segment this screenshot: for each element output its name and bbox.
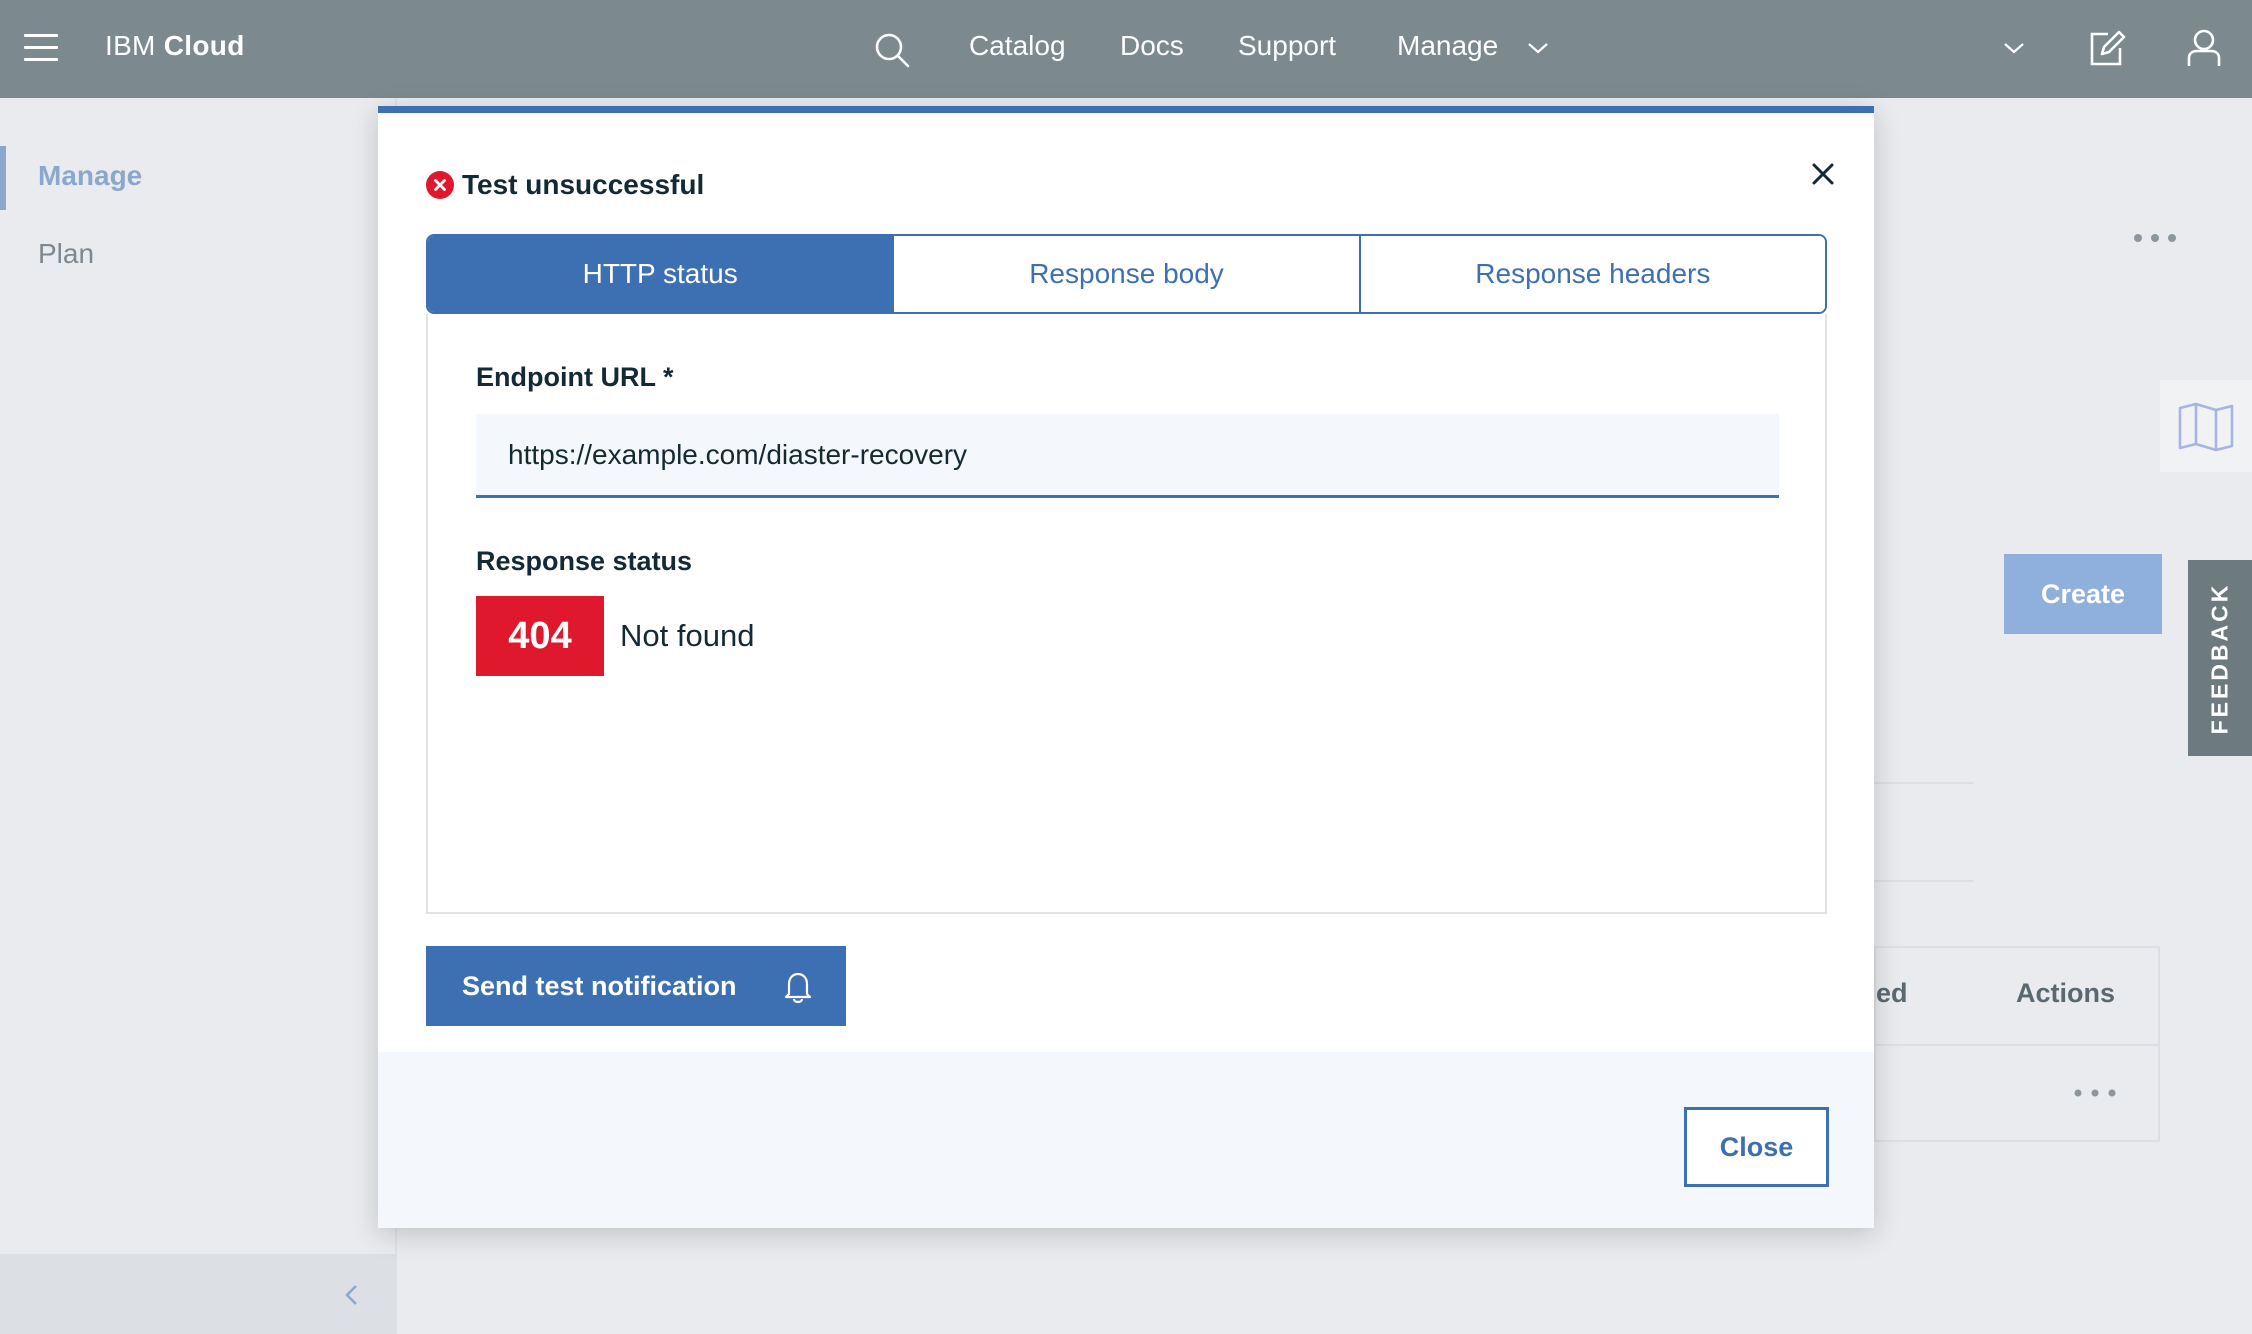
nav-docs[interactable]: Docs <box>1120 30 1184 62</box>
tab-http-status[interactable]: HTTP status <box>428 236 895 312</box>
map-icon <box>2178 402 2234 452</box>
chevron-down-icon[interactable] <box>1526 36 1550 60</box>
endpoint-url-label: Endpoint URL * <box>476 362 674 392</box>
error-icon <box>426 171 454 199</box>
account-chevron-down-icon[interactable] <box>2002 36 2026 60</box>
send-button-label: Send test notification <box>462 970 737 1001</box>
close-icon[interactable] <box>1808 159 1838 189</box>
divider <box>1874 880 1974 882</box>
menu-icon[interactable] <box>24 34 58 62</box>
background-table: ed Actions <box>1874 946 2160 1142</box>
response-tabs: HTTP status Response body Response heade… <box>426 234 1827 314</box>
sidebar-active-indicator <box>0 146 6 210</box>
nav-manage[interactable]: Manage <box>1397 30 1498 62</box>
edit-icon[interactable] <box>2084 26 2128 70</box>
tab-response-body[interactable]: Response body <box>894 236 1361 312</box>
send-test-notification-button[interactable]: Send test notification <box>426 946 846 1026</box>
column-header-actions: Actions <box>2016 978 2116 1008</box>
sidebar-item-plan[interactable]: Plan <box>38 238 94 270</box>
bell-icon <box>784 972 812 1004</box>
modal-footer <box>378 1052 1874 1228</box>
test-result-modal: Test unsuccessful HTTP status Response b… <box>378 106 1874 1228</box>
sidebar-item-manage[interactable]: Manage <box>38 160 142 192</box>
row-overflow-icon[interactable] <box>2072 1086 2118 1100</box>
divider <box>1874 782 1974 784</box>
endpoint-url-input[interactable] <box>476 414 1779 498</box>
response-status-label: Response status <box>476 546 693 576</box>
sidebar-footer <box>0 1254 397 1334</box>
sidebar: Manage Plan <box>0 98 397 1334</box>
map-tab[interactable] <box>2160 380 2252 472</box>
top-header: IBM Cloud Catalog Docs Support Manage <box>0 0 2252 98</box>
brand-prefix: IBM <box>105 30 156 61</box>
tab-response-headers[interactable]: Response headers <box>1360 236 1825 312</box>
search-icon[interactable] <box>872 30 912 70</box>
status-code-badge: 404 <box>476 596 604 676</box>
brand-name: Cloud <box>163 30 245 61</box>
nav-support[interactable]: Support <box>1238 30 1336 62</box>
feedback-tab[interactable]: FEEDBACK <box>2188 560 2252 756</box>
status-code-text: Not found <box>620 618 755 653</box>
close-button[interactable]: Close <box>1684 1107 1829 1187</box>
brand-logo[interactable]: IBM Cloud <box>105 30 245 62</box>
create-button[interactable]: Create <box>2004 554 2162 634</box>
status-title-text: Test unsuccessful <box>462 169 705 200</box>
column-header: ed <box>1876 978 1908 1008</box>
modal-title: Test unsuccessful <box>426 169 704 201</box>
feedback-label: FEEDBACK <box>2206 582 2233 734</box>
tab-panel-http-status: Endpoint URL * Response status 404 Not f… <box>426 314 1827 914</box>
user-icon[interactable] <box>2182 26 2226 70</box>
chevron-left-icon[interactable] <box>340 1280 364 1310</box>
table-header: ed Actions <box>1876 948 2158 1046</box>
nav-catalog[interactable]: Catalog <box>969 30 1066 62</box>
overflow-menu-icon[interactable] <box>2130 228 2180 248</box>
